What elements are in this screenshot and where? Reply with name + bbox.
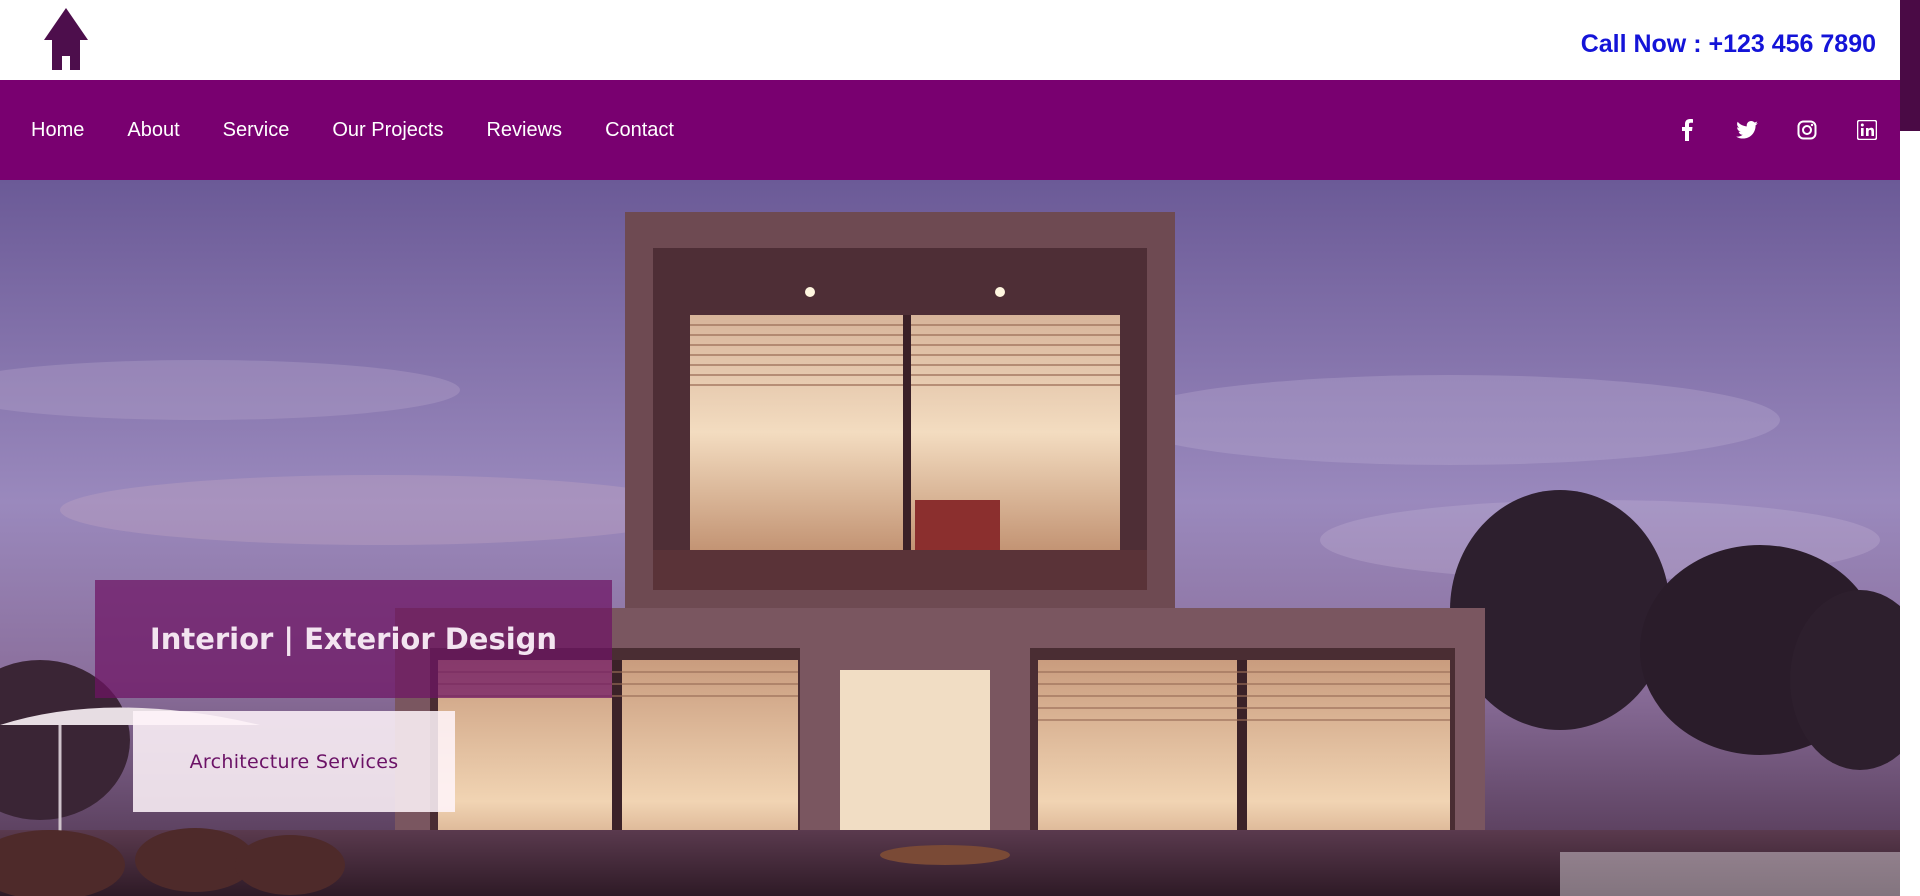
- hero-subtitle[interactable]: Architecture Services: [133, 751, 455, 773]
- hero-title-box: Interior | Exterior Design: [95, 580, 612, 698]
- twitter-icon[interactable]: [1736, 119, 1758, 141]
- nav-reviews[interactable]: Reviews: [486, 119, 562, 142]
- scrollbar-thumb[interactable]: [1900, 0, 1920, 131]
- nav-our-projects[interactable]: Our Projects: [332, 119, 443, 142]
- facebook-icon[interactable]: [1676, 119, 1698, 141]
- page: Call Now : +123 456 7890 Home About Serv…: [0, 0, 1920, 896]
- house-icon[interactable]: [44, 8, 88, 70]
- social-links: [1676, 80, 1878, 180]
- hero-subtitle-box[interactable]: Architecture Services: [133, 711, 455, 812]
- nav-about[interactable]: About: [127, 119, 179, 142]
- hero-banner: Interior | Exterior Design Architecture …: [0, 180, 1900, 896]
- nav-contact[interactable]: Contact: [605, 119, 674, 142]
- nav-home[interactable]: Home: [31, 119, 84, 142]
- linkedin-icon[interactable]: [1856, 119, 1878, 141]
- top-bar: Call Now : +123 456 7890: [0, 0, 1900, 80]
- hero-title: Interior | Exterior Design: [149, 622, 558, 656]
- instagram-icon[interactable]: [1796, 119, 1818, 141]
- nav-service[interactable]: Service: [223, 119, 290, 142]
- main-nav: Home About Service Our Projects Reviews …: [31, 80, 717, 180]
- main-navbar: Home About Service Our Projects Reviews …: [0, 80, 1900, 180]
- scrollbar-track[interactable]: [1900, 0, 1920, 896]
- call-now-text[interactable]: Call Now : +123 456 7890: [1581, 30, 1876, 59]
